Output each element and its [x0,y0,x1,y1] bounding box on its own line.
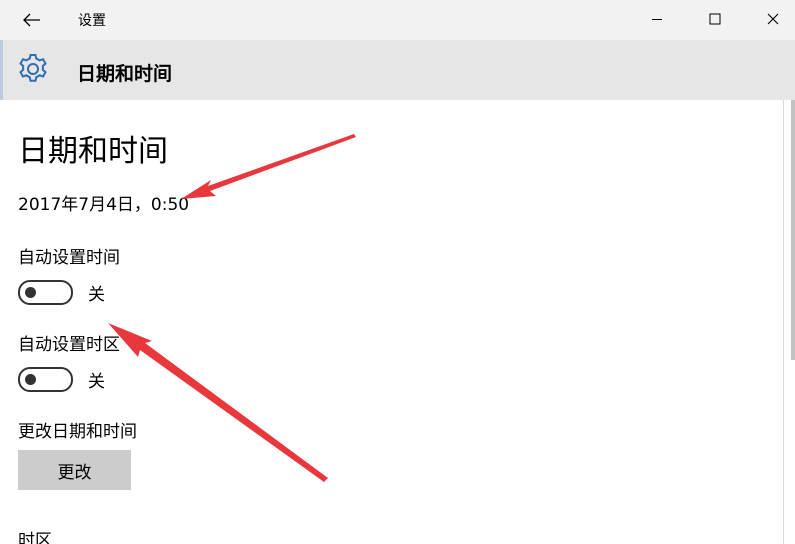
auto-timezone-toggle[interactable] [18,366,73,392]
auto-timezone-label: 自动设置时区 [18,335,120,355]
back-button[interactable] [16,4,48,36]
maximize-button[interactable] [686,0,744,38]
maximize-icon [709,13,721,25]
auto-time-state: 关 [88,284,105,305]
minimize-icon [652,19,662,20]
auto-timezone-state: 关 [88,371,105,392]
back-arrow-icon [23,13,40,27]
auto-time-toggle[interactable] [18,279,73,305]
header-title: 日期和时间 [77,63,173,85]
auto-time-toggle-row: 关 [18,279,105,305]
current-datetime: 2017年7月4日，0:50 [18,195,190,215]
page-header: 日期和时间 [0,40,795,100]
close-icon [767,13,779,25]
scrollbar-thumb[interactable] [791,100,795,360]
toggle-knob [25,373,36,385]
window-title: 设置 [78,13,106,29]
auto-time-label: 自动设置时间 [18,248,120,268]
change-datetime-button[interactable]: 更改 [18,450,131,490]
title-bar: 设置 [0,0,795,40]
page-title: 日期和时间 [18,134,168,169]
toggle-knob [25,286,36,298]
close-button[interactable] [744,0,795,38]
content-area: 日期和时间 2017年7月4日，0:50 自动设置时间 关 自动设置时区 关 更… [0,100,783,544]
gear-icon [19,54,47,82]
vertical-scrollbar[interactable] [783,100,795,544]
minimize-button[interactable] [628,0,686,38]
settings-window: 设置 日期和时间 日期和时间 2017年7月4日，0:50 自动设置时间 关 自… [0,0,795,544]
auto-timezone-toggle-row: 关 [18,366,105,392]
timezone-label: 时区 [18,531,52,544]
change-datetime-label: 更改日期和时间 [18,422,137,442]
